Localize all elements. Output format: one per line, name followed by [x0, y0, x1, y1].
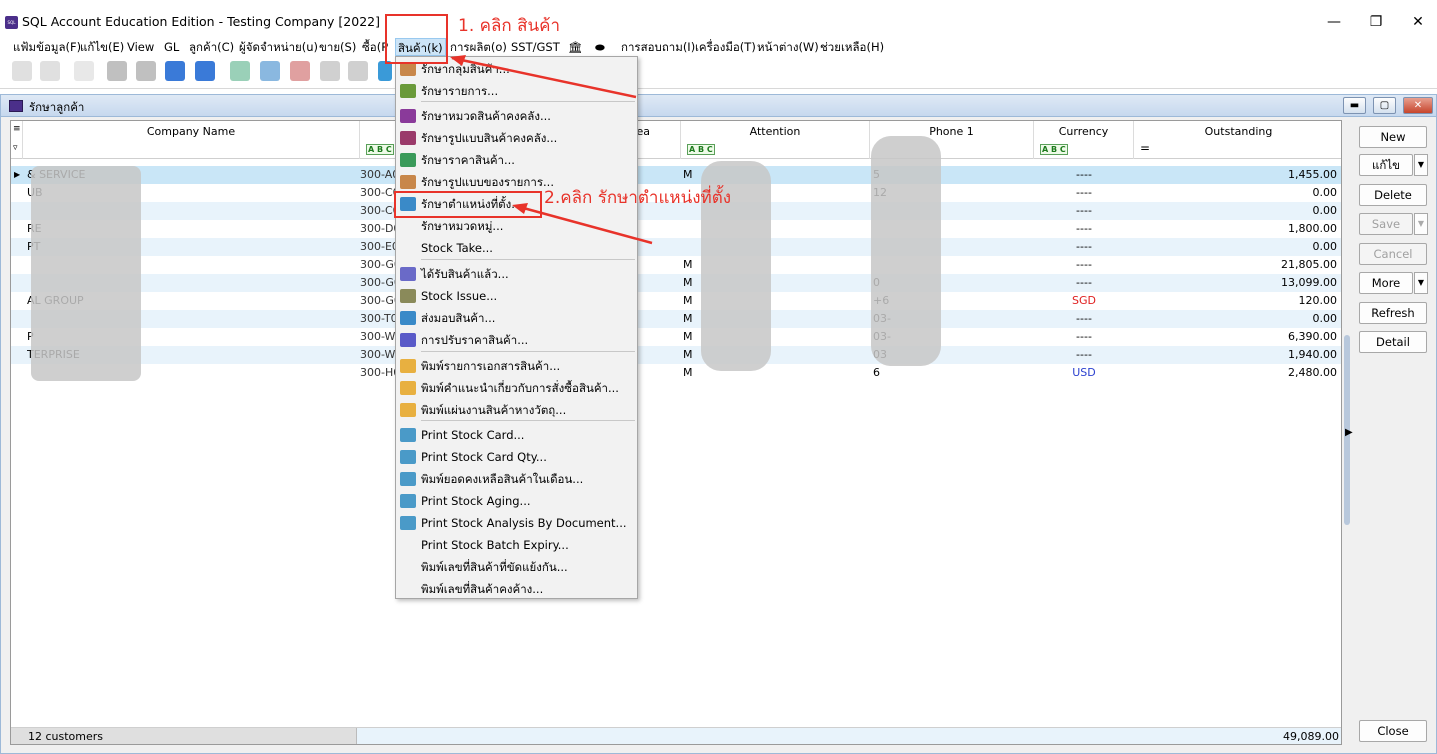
step1-arrow: [451, 56, 637, 99]
step2-arrow: [515, 204, 653, 245]
app-window: SQL acc SQL Account Education Edition - …: [0, 0, 1437, 754]
step2-arrowhead-icon: [512, 203, 528, 214]
annotation-arrows: [450, 55, 653, 245]
step1-arrowhead-icon: [450, 55, 466, 66]
